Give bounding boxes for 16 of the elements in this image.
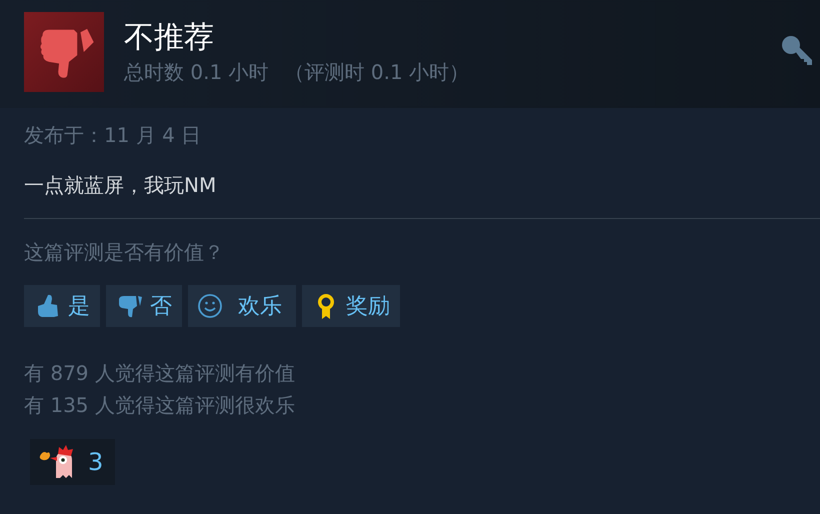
posted-date: 发布于：11 月 4 日 xyxy=(24,122,202,148)
award-count: 3 xyxy=(88,448,104,476)
vote-count-text: 有 135 人觉得这篇评测很欢乐 xyxy=(24,392,296,419)
key-icon xyxy=(780,34,814,68)
yes-button[interactable]: 是 xyxy=(24,285,100,327)
no-button[interactable]: 否 xyxy=(106,285,182,327)
award-button[interactable]: 奖励 xyxy=(302,285,400,327)
award-chip[interactable]: 3 xyxy=(30,439,116,485)
vote-count-text: 有 879 人觉得这篇评测有价值 xyxy=(24,360,296,387)
funny-button[interactable]: 欢乐 xyxy=(188,285,296,327)
helpful-question: 这篇评测是否有价值？ xyxy=(24,239,225,265)
playtime-at-review: （评测时 0.1 小时） xyxy=(284,58,470,86)
review-text: 一点就蓝屏，我玩NM xyxy=(24,172,218,198)
playtime-text: 总时数 0.1 小时 xyxy=(124,58,269,86)
verdict-title: 不推荐 xyxy=(124,18,215,56)
smiley-icon xyxy=(196,292,224,320)
